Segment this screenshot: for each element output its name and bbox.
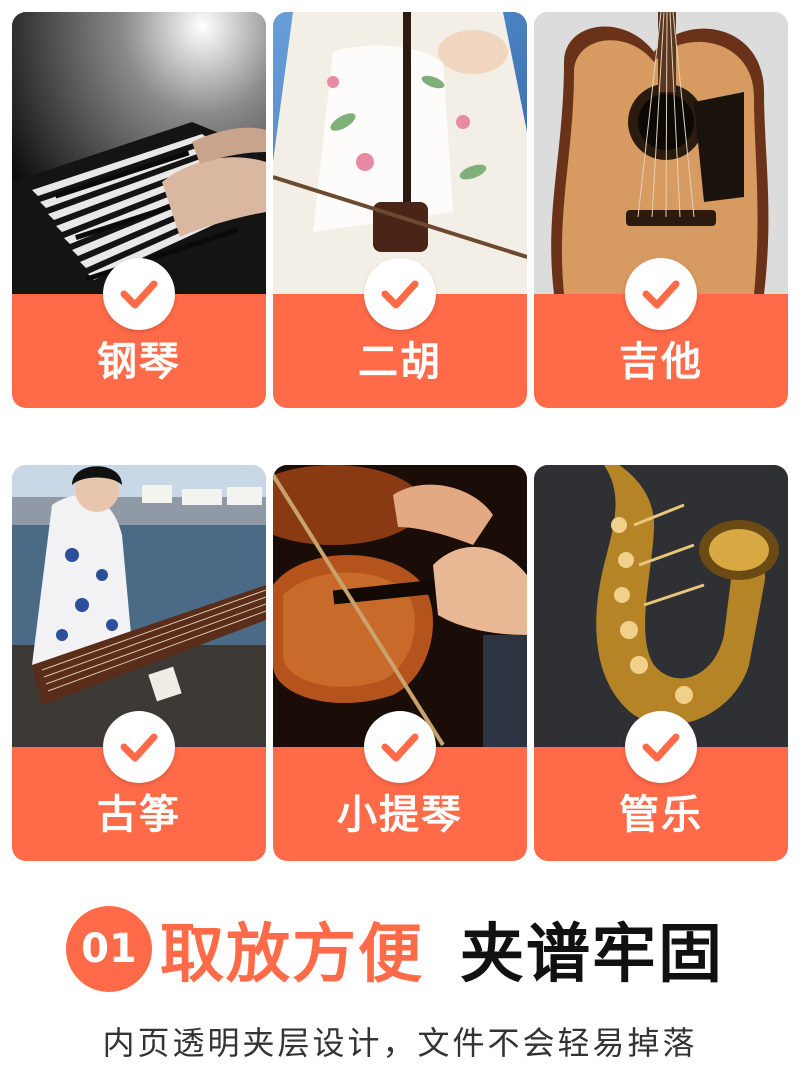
check-icon — [381, 280, 419, 309]
instrument-card-violin[interactable]: 小提琴 — [273, 465, 527, 861]
instrument-label: 管乐 — [619, 792, 703, 838]
check-icon — [381, 733, 419, 762]
instrument-card-piano[interactable]: 钢琴 — [12, 12, 266, 408]
instrument-label: 钢琴 — [97, 339, 181, 385]
violin-photo — [273, 465, 527, 747]
check-badge — [364, 258, 436, 330]
instrument-card-saxophone[interactable]: 管乐 — [534, 465, 788, 861]
feature-main-text: 夹谱牢固 — [460, 918, 724, 992]
guzheng-photo — [12, 465, 266, 747]
instrument-card-erhu[interactable]: 二胡 — [273, 12, 527, 408]
check-badge — [625, 258, 697, 330]
erhu-photo — [273, 12, 527, 294]
instrument-label: 吉他 — [619, 339, 703, 385]
feature-number: 01 — [66, 906, 152, 992]
feature-subtitle: 内页透明夹层设计，文件不会轻易掉落 — [102, 1024, 698, 1062]
check-badge — [103, 258, 175, 330]
check-icon — [642, 733, 680, 762]
check-badge — [625, 711, 697, 783]
saxophone-photo — [534, 465, 788, 747]
instrument-card-guitar[interactable]: 吉他 — [534, 12, 788, 408]
check-icon — [642, 280, 680, 309]
instrument-label: 古筝 — [97, 792, 181, 838]
instrument-label: 小提琴 — [337, 792, 463, 838]
check-icon — [120, 280, 158, 309]
check-badge — [103, 711, 175, 783]
instrument-label: 二胡 — [358, 339, 442, 385]
feature-headline: 01 取放方便 夹谱牢固 — [66, 904, 724, 994]
instrument-card-guzheng[interactable]: 古筝 — [12, 465, 266, 861]
guitar-photo — [534, 12, 788, 294]
check-icon — [120, 733, 158, 762]
feature-accent-text: 取放方便 — [160, 918, 424, 992]
piano-photo — [12, 12, 266, 294]
check-badge — [364, 711, 436, 783]
